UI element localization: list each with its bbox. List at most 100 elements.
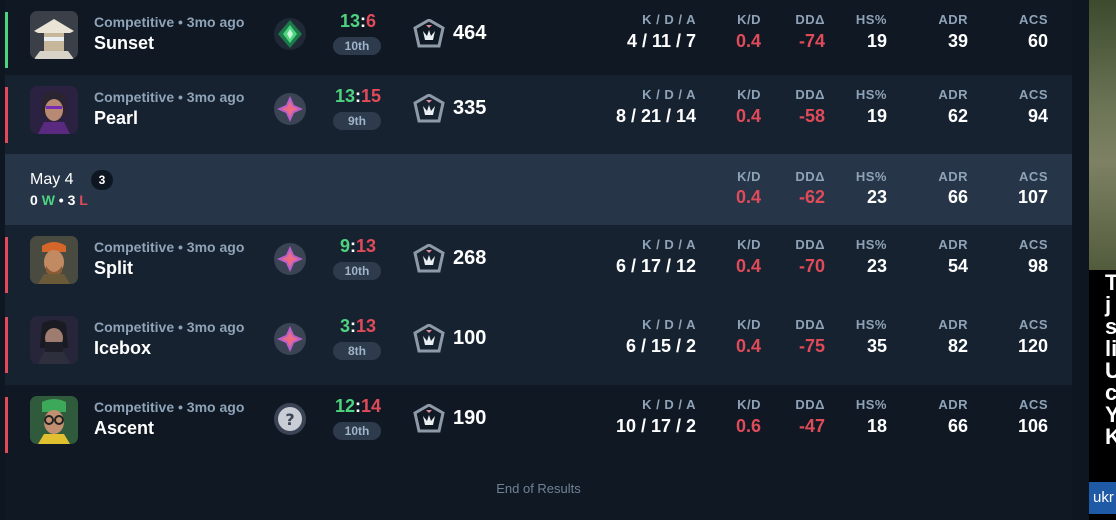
diamond-rank-icon: [273, 242, 307, 276]
stat-kda: K / D / A 4 / 11 / 7: [565, 12, 696, 52]
stat-acs-value: 94: [1027, 106, 1048, 126]
map-name: Split: [94, 258, 133, 278]
diamond-rank-icon: [273, 92, 307, 126]
stat-kd-value: 0.6: [735, 416, 761, 436]
map-name: Icebox: [94, 338, 152, 358]
stat-adr-value: 62: [947, 106, 968, 126]
stat-acs-value: 106: [1017, 416, 1048, 436]
stat-adr: ADR 62: [925, 87, 968, 127]
map-name: Sunset: [94, 33, 155, 53]
stat-kd-label: K/D: [737, 317, 761, 332]
summary-dot: •: [58, 192, 64, 208]
stat-acs-value: 60: [1027, 31, 1048, 51]
stat-acs-label: ACS: [1019, 397, 1048, 412]
stat-dd-value: -47: [798, 416, 825, 436]
stat-hs: HS% 35: [847, 317, 887, 357]
stat-dd: DDΔ -70: [785, 237, 825, 277]
summary-kd-value: 0.4: [735, 187, 761, 207]
stat-kda: K / D / A 10 / 17 / 2: [565, 397, 696, 437]
summary-acs: ACS 107: [1005, 169, 1048, 208]
stat-kda: K / D / A 6 / 15 / 2: [565, 317, 696, 357]
summary-wins: 0: [30, 192, 38, 208]
stat-adr: ADR 54: [925, 237, 968, 277]
match-meta: Competitive • 3mo ago: [94, 399, 245, 415]
stat-kda: K / D / A 8 / 21 / 14: [565, 87, 696, 127]
stat-kda-value: 6 / 15 / 2: [625, 336, 696, 356]
summary-match-count-badge: 3: [91, 170, 113, 190]
summary-hs-label: HS%: [855, 169, 887, 184]
summary-adr-value: 66: [947, 187, 968, 207]
map-name: Ascent: [94, 418, 155, 438]
svg-text:?: ?: [285, 410, 294, 429]
match-score: 9:13: [331, 236, 385, 257]
summary-kd-label: K/D: [737, 169, 761, 184]
stat-dd: DDΔ -58: [785, 87, 825, 127]
score-enemy: 15: [361, 86, 382, 106]
stat-adr-label: ADR: [938, 12, 968, 27]
stat-kda-label: K / D / A: [642, 237, 696, 252]
summary-hs-value: 23: [866, 187, 887, 207]
ad-link[interactable]: ukr: [1089, 482, 1116, 514]
stat-hs-value: 18: [866, 416, 887, 436]
stat-hs-value: 19: [866, 31, 887, 51]
score-enemy: 6: [366, 11, 377, 31]
stat-hs: HS% 19: [847, 12, 887, 52]
match-score: 12:14: [331, 396, 385, 417]
stat-kd-label: K/D: [737, 397, 761, 412]
match-row[interactable]: Competitive • 3mo ago Sunset 13:6 10th 464 K …: [5, 0, 1072, 80]
match-row[interactable]: Competitive • 3mo ago Pearl 13:15 9th 335 K /…: [5, 75, 1072, 155]
result-indicator: [5, 237, 8, 293]
stat-kda-value: 10 / 17 / 2: [615, 416, 696, 436]
rank-rating-value: 335: [453, 97, 487, 119]
match-row[interactable]: Competitive • 3mo ago Split 9:13 10th 268 K /…: [5, 225, 1072, 305]
stat-acs-value: 120: [1017, 336, 1048, 356]
rank-rating-icon: [413, 244, 445, 274]
rank-rating-value: 100: [453, 327, 487, 349]
summary-losses-label: L: [79, 192, 88, 208]
stat-dd-value: -70: [798, 256, 825, 276]
match-row[interactable]: Competitive • 3mo ago Ascent? 12:14 10th 190…: [5, 385, 1072, 465]
stat-dd-label: DDΔ: [795, 12, 825, 27]
stat-acs: ACS 94: [1005, 87, 1048, 127]
stat-kda-label: K / D / A: [642, 12, 696, 27]
match-score: 13:6: [331, 11, 385, 32]
summary-dd: DDΔ -62: [785, 169, 825, 208]
score-enemy: 14: [361, 396, 382, 416]
stat-adr-label: ADR: [938, 317, 968, 332]
placement-badge: 9th: [333, 112, 381, 130]
stat-kda-label: K / D / A: [642, 397, 696, 412]
summary-adr-label: ADR: [938, 169, 968, 184]
stat-kd: K/D 0.4: [721, 237, 761, 277]
stat-acs-label: ACS: [1019, 237, 1048, 252]
stat-hs-label: HS%: [855, 317, 887, 332]
stat-adr-label: ADR: [938, 397, 968, 412]
stat-adr: ADR 39: [925, 12, 968, 52]
ascendant-rank-icon: [273, 17, 307, 51]
stat-hs: HS% 19: [847, 87, 887, 127]
stat-kda-value: 8 / 21 / 14: [615, 106, 696, 126]
stat-hs-label: HS%: [855, 87, 887, 102]
stat-acs-value: 98: [1027, 256, 1048, 276]
unknown-rank-icon: ?: [273, 402, 307, 436]
side-advertisement[interactable]: T j s li U c Y K ukr: [1089, 0, 1116, 520]
rank-rating-value: 268: [453, 247, 487, 269]
placement-badge: 8th: [333, 342, 381, 360]
stat-dd-label: DDΔ: [795, 87, 825, 102]
stat-acs: ACS 98: [1005, 237, 1048, 277]
stat-adr-label: ADR: [938, 237, 968, 252]
rank-rating-icon: [413, 19, 445, 49]
match-score: 13:15: [331, 86, 385, 107]
stat-hs-value: 23: [866, 256, 887, 276]
stat-dd: DDΔ -75: [785, 317, 825, 357]
summary-dd-label: DDΔ: [795, 169, 825, 184]
stat-adr: ADR 82: [925, 317, 968, 357]
stat-kd-label: K/D: [737, 12, 761, 27]
day-summary-row[interactable]: May 430 W • 3 L K/D 0.4 DDΔ -62 HS% 23 ADR 66 ACS…: [5, 154, 1072, 225]
score-team: 13: [334, 86, 355, 106]
score-team: 9: [339, 236, 350, 256]
rank-rating-value: 464: [453, 22, 487, 44]
score-team: 3: [339, 316, 350, 336]
stat-acs: ACS 120: [1005, 317, 1048, 357]
stat-acs: ACS 106: [1005, 397, 1048, 437]
match-row[interactable]: Competitive • 3mo ago Icebox 3:13 8th 100 K /…: [5, 305, 1072, 385]
